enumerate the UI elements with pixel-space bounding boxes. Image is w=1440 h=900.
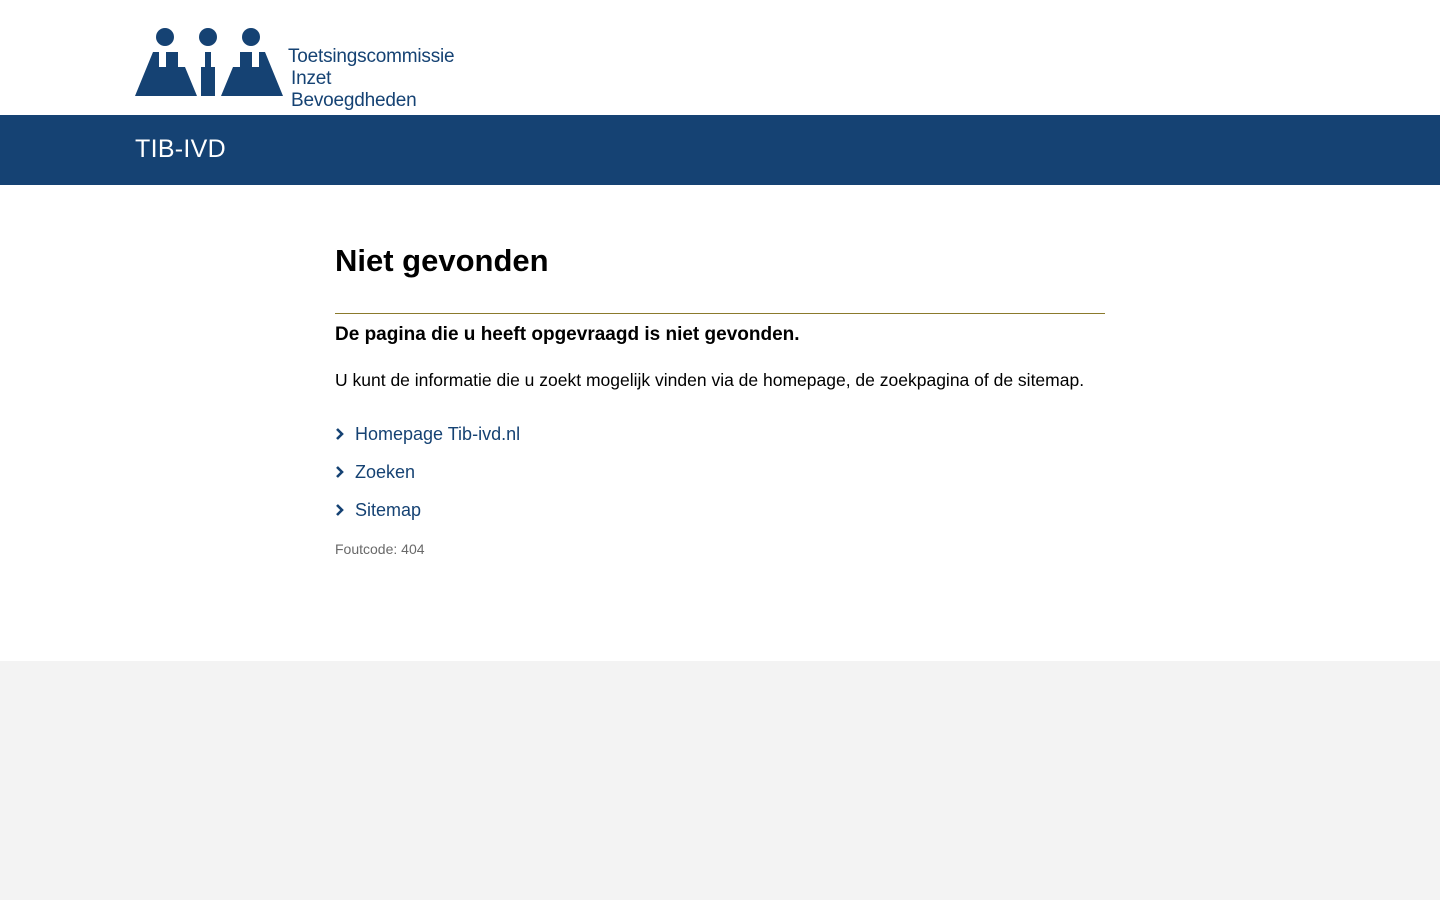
page-title: Niet gevonden [335, 243, 549, 278]
site-header: Toetsingscommissie Inzet Bevoegdheden [0, 0, 1440, 115]
page-top: Toetsingscommissie Inzet Bevoegdheden TI… [0, 0, 1440, 661]
logo-line-3: Bevoegdheden [291, 90, 417, 111]
chevron-right-icon [335, 423, 355, 445]
error-code: Foutcode: 404 [335, 541, 425, 557]
search-link[interactable]: Zoeken [355, 461, 415, 483]
logo-line-1: Toetsingscommissie [288, 46, 455, 67]
main-content: Niet gevonden De pagina die u heeft opge… [0, 185, 1440, 661]
site-banner: TIB-IVD [0, 115, 1440, 185]
logo-wordmark: Toetsingscommissie Inzet Bevoegdheden [288, 46, 455, 112]
chevron-right-icon [335, 461, 355, 483]
title-divider [335, 313, 1105, 314]
logo-line-2: Inzet [291, 68, 332, 89]
list-item: Homepage Tib-ivd.nl [335, 415, 520, 453]
site-footer [0, 661, 1440, 900]
list-item: Zoeken [335, 453, 520, 491]
logo-emblem-icon [135, 28, 283, 96]
help-links: Homepage Tib-ivd.nl Zoeken Sitemap [335, 415, 520, 529]
intro-text: U kunt de informatie die u zoekt mogelij… [335, 370, 1085, 390]
sitemap-link[interactable]: Sitemap [355, 499, 421, 521]
error-subtitle: De pagina die u heeft opgevraagd is niet… [335, 324, 800, 345]
site-name: TIB-IVD [135, 135, 226, 163]
site-logo: Toetsingscommissie Inzet Bevoegdheden [135, 26, 455, 111]
chevron-right-icon [335, 499, 355, 521]
homepage-link[interactable]: Homepage Tib-ivd.nl [355, 423, 520, 445]
list-item: Sitemap [335, 491, 520, 529]
